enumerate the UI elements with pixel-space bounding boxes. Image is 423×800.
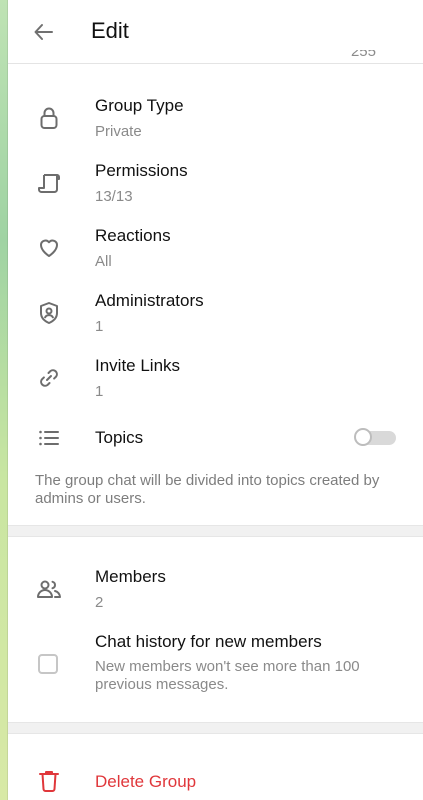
members-item[interactable]: Members 2 [8, 559, 423, 619]
reactions-item[interactable]: Reactions All [8, 218, 423, 278]
members-label: Members [95, 567, 166, 586]
invite-links-item[interactable]: Invite Links 1 [8, 348, 423, 408]
permissions-label: Permissions [95, 161, 188, 180]
arrow-left-icon [34, 24, 53, 40]
scroll-icon [35, 169, 63, 197]
administrators-label: Administrators [95, 291, 204, 310]
shield-user-icon [35, 299, 63, 327]
partial-value: 255 [350, 50, 376, 60]
permissions-item[interactable]: Permissions 13/13 [8, 153, 423, 213]
chat-history-label: Chat history for new members [95, 632, 322, 651]
administrators-value: 1 [95, 318, 104, 335]
section-divider [8, 525, 423, 537]
topics-toggle[interactable] [354, 428, 396, 446]
toggle-knob [354, 428, 372, 446]
link-icon [35, 364, 63, 392]
invite-links-value: 1 [95, 383, 104, 400]
invite-links-label: Invite Links [95, 356, 181, 375]
administrators-item[interactable]: Administrators 1 [8, 283, 423, 343]
heart-icon [35, 234, 63, 262]
group-type-label: Group Type [95, 96, 184, 115]
list-icon [35, 424, 63, 452]
topics-label: Topics [95, 428, 144, 447]
edit-group-panel: Edit 255 Group Type Private Permissions … [8, 0, 423, 800]
chat-history-checkbox[interactable] [38, 654, 58, 674]
chat-history-item[interactable]: Chat history for new members New members… [8, 624, 423, 700]
chat-background-strip [0, 0, 8, 800]
topics-hint: The group chat will be divided into topi… [35, 472, 380, 507]
back-button[interactable] [28, 16, 60, 48]
members-value: 2 [95, 594, 104, 611]
group-type-value: Private [95, 123, 142, 140]
lock-icon [35, 104, 63, 132]
chat-history-hint: New members won't see more than 100 prev… [95, 658, 360, 693]
group-type-item[interactable]: Group Type Private [8, 88, 423, 148]
users-icon [35, 575, 63, 603]
reactions-value: All [95, 253, 112, 270]
permissions-value: 13/13 [95, 188, 133, 205]
reactions-label: Reactions [95, 226, 171, 245]
page-title: Edit [91, 18, 129, 43]
trash-icon [35, 767, 63, 795]
delete-group-button[interactable]: Delete Group [8, 758, 423, 800]
delete-group-label: Delete Group [95, 772, 197, 791]
section-divider [8, 722, 423, 734]
